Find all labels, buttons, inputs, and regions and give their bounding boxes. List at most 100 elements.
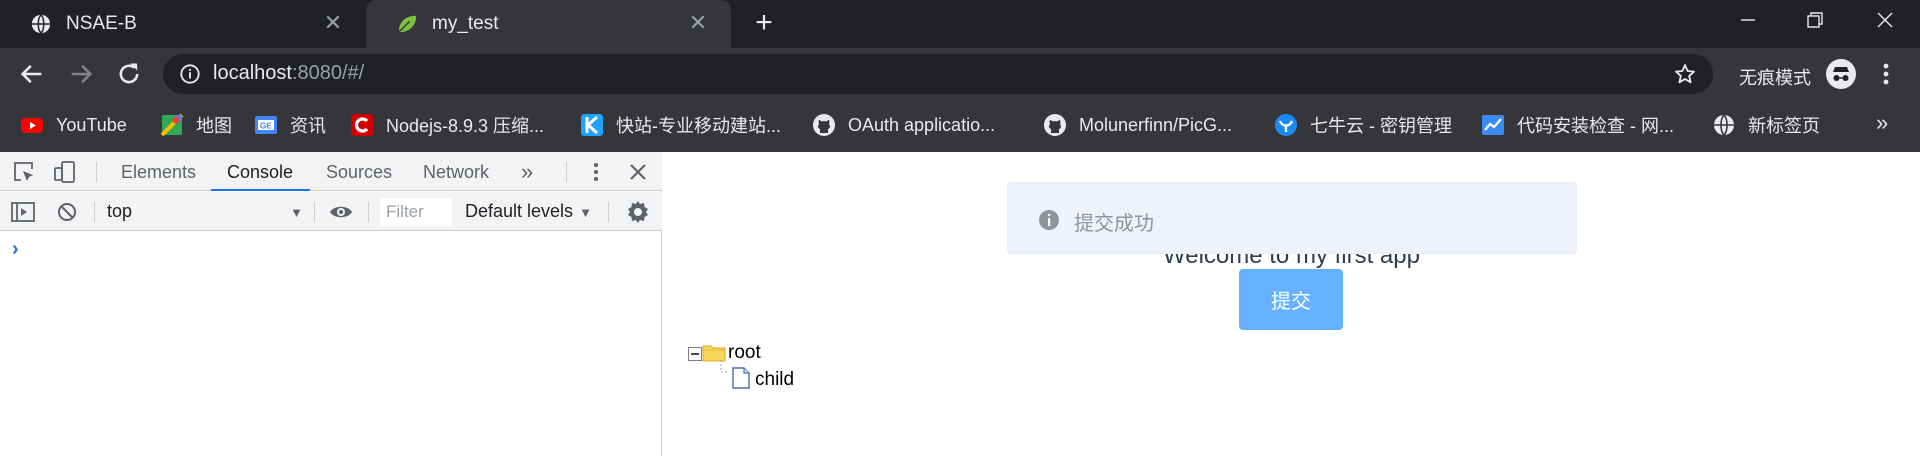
- dropdown-caret-icon: ▼: [290, 205, 303, 220]
- devtools-panel: Elements Console Sources Network » top ▼: [0, 152, 662, 456]
- devtools-menu-icon[interactable]: [583, 159, 609, 185]
- bookmark-star-icon[interactable]: [1673, 62, 1697, 86]
- device-toolbar-icon[interactable]: [52, 159, 78, 185]
- bookmark-nodejs[interactable]: Nodejs-8.9.3 压缩...: [350, 112, 544, 138]
- devtools-tab-bar: Elements Console Sources Network »: [0, 152, 662, 191]
- bookmark-new-tab-page[interactable]: 新标签页: [1712, 112, 1820, 138]
- console-prompt-chevron-icon[interactable]: ›: [12, 238, 19, 261]
- bookmark-picgo[interactable]: Molunerfinn/PicG...: [1043, 112, 1232, 138]
- bookmark-label: 七牛云 - 密钥管理: [1310, 116, 1452, 136]
- github-icon: [813, 114, 835, 136]
- settings-gear-icon[interactable]: [625, 199, 651, 225]
- youtube-icon: [21, 118, 43, 133]
- info-icon[interactable]: [179, 63, 201, 85]
- chart-icon: [1482, 115, 1504, 135]
- clear-console-icon[interactable]: [54, 199, 80, 225]
- more-menu-icon[interactable]: [1876, 60, 1896, 88]
- bookmark-label: Molunerfinn/PicG...: [1079, 114, 1233, 135]
- url-path: :8080/#/: [291, 62, 365, 84]
- incognito-label: 无痕模式: [1739, 68, 1811, 88]
- submit-button[interactable]: 提交: [1239, 269, 1343, 330]
- tree-node-child[interactable]: child: [755, 369, 794, 391]
- tab-title: NSAE-B: [66, 13, 137, 34]
- divider: [94, 202, 95, 222]
- show-sidebar-icon[interactable]: [10, 199, 36, 225]
- url-text: localhost:8080/#/: [213, 62, 364, 85]
- svg-text:GE: GE: [260, 122, 272, 131]
- leaf-icon: [398, 15, 417, 33]
- tree-node-root[interactable]: root: [728, 342, 761, 364]
- kuaizhan-icon: [581, 114, 603, 136]
- tree-connector: [720, 360, 729, 373]
- back-arrow-icon[interactable]: [18, 60, 46, 88]
- more-tabs-chevron-icon[interactable]: »: [521, 159, 533, 185]
- bookmark-label: 快站-专业移动建站...: [616, 116, 781, 136]
- bookmark-oauth[interactable]: OAuth applicatio...: [812, 112, 995, 138]
- bookmarks-bar: YouTube 地图 GE 资讯 Nodejs-8.9.3 压缩... 快站-专…: [0, 100, 1920, 152]
- bookmark-maps[interactable]: 地图: [160, 112, 232, 138]
- globe-icon: [31, 14, 51, 34]
- bookmark-label: 地图: [196, 116, 232, 136]
- bookmark-code-check[interactable]: 代码安装检查 - 网...: [1481, 112, 1674, 138]
- toast-message: 提交成功: [1074, 213, 1154, 235]
- bookmark-label: 新标签页: [1748, 116, 1820, 136]
- tab-close-icon[interactable]: ✕: [322, 12, 344, 34]
- success-message-toast: 提交成功: [1007, 182, 1577, 254]
- tab-my-test[interactable]: my_test ✕: [366, 0, 731, 48]
- context-value: top: [107, 201, 133, 221]
- tab-console[interactable]: Console: [227, 162, 293, 183]
- url-host: localhost: [213, 62, 292, 84]
- bookmark-news[interactable]: GE 资讯: [254, 112, 326, 138]
- bookmark-label: OAuth applicatio...: [848, 114, 996, 135]
- bookmark-qiniu[interactable]: 七牛云 - 密钥管理: [1274, 112, 1452, 138]
- tab-nsae-b[interactable]: NSAE-B ✕: [0, 0, 366, 48]
- tab-strip: NSAE-B ✕ my_test ✕ +: [0, 0, 1920, 48]
- console-filter-input[interactable]: [380, 198, 452, 226]
- file-icon: [732, 367, 750, 389]
- maps-icon: [160, 113, 184, 137]
- active-tab-indicator: [211, 189, 310, 191]
- divider: [96, 162, 97, 182]
- info-circle-icon: [1039, 210, 1059, 230]
- bookmark-youtube[interactable]: YouTube: [20, 112, 127, 138]
- forward-arrow-icon[interactable]: [67, 60, 95, 88]
- divider: [608, 202, 609, 222]
- tab-close-icon[interactable]: ✕: [687, 12, 709, 34]
- news-icon: GE: [255, 116, 277, 134]
- address-bar[interactable]: localhost:8080/#/: [163, 54, 1713, 94]
- globe-icon: [1714, 114, 1734, 136]
- bookmark-kuaizhan[interactable]: 快站-专业移动建站...: [580, 112, 781, 138]
- execution-context-select[interactable]: top ▼: [107, 201, 303, 225]
- inspect-element-icon[interactable]: [11, 159, 37, 185]
- tab-title: my_test: [432, 13, 499, 34]
- divider: [314, 202, 315, 222]
- levels-label: Default levels: [465, 201, 574, 221]
- reload-icon[interactable]: [115, 60, 143, 88]
- c-logo-icon: [351, 114, 373, 136]
- log-levels-dropdown[interactable]: Default levels ▼: [465, 201, 592, 222]
- bookmark-label: YouTube: [56, 114, 127, 135]
- minimize-icon[interactable]: [1718, 0, 1778, 40]
- restore-icon[interactable]: [1785, 0, 1845, 40]
- collapse-minus-icon[interactable]: [688, 347, 702, 361]
- new-tab-plus-icon[interactable]: +: [749, 8, 779, 39]
- page-viewport: Welcome to my first app 提交成功 提交 root chi…: [663, 152, 1920, 456]
- divider: [368, 202, 369, 222]
- bookmark-label: Nodejs-8.9.3 压缩...: [386, 116, 545, 136]
- live-expression-eye-icon[interactable]: [328, 199, 354, 225]
- tab-elements[interactable]: Elements: [121, 162, 196, 183]
- devtools-close-icon[interactable]: [625, 159, 651, 185]
- browser-toolbar: localhost:8080/#/ 无痕模式: [0, 48, 1920, 100]
- incognito-icon[interactable]: [1825, 58, 1857, 90]
- console-toolbar: top ▼ Default levels ▼: [0, 192, 662, 231]
- github-icon: [1044, 114, 1066, 136]
- folder-icon: [702, 345, 726, 362]
- qiniu-icon: [1275, 114, 1297, 136]
- bookmark-label: 资讯: [290, 116, 326, 136]
- dropdown-caret-icon: ▼: [579, 205, 592, 220]
- bookmarks-overflow-chevron-icon[interactable]: »: [1876, 110, 1896, 136]
- divider: [566, 162, 567, 182]
- window-close-icon[interactable]: [1855, 0, 1915, 40]
- tab-sources[interactable]: Sources: [326, 162, 392, 183]
- tab-network[interactable]: Network: [423, 162, 489, 183]
